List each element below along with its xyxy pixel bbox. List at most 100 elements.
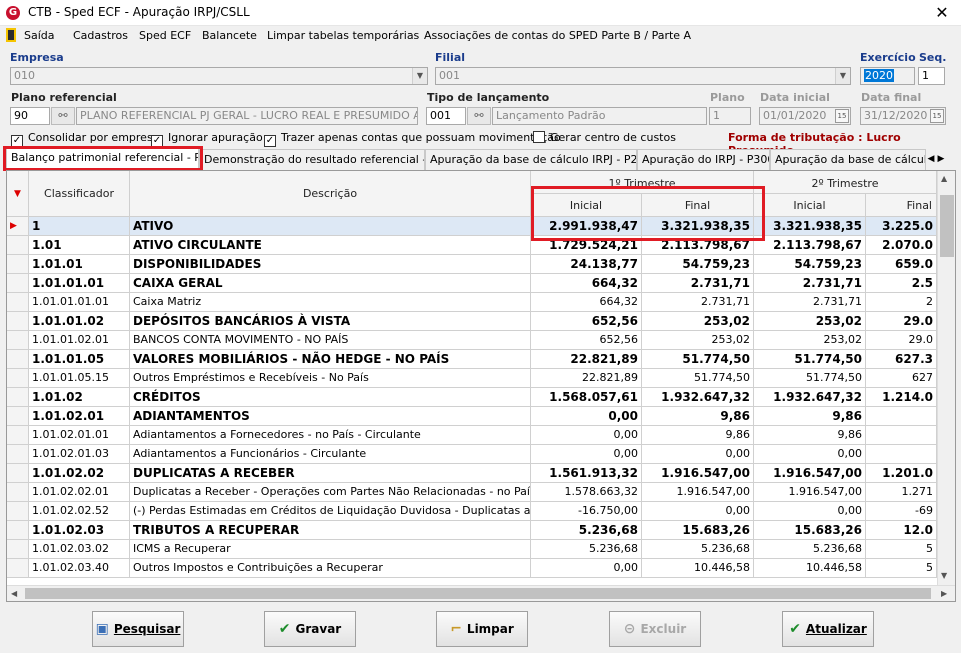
tri1-inicial-cell[interactable]: 22.821,89 [531, 350, 642, 369]
descricao-cell[interactable]: CAIXA GERAL [130, 274, 531, 293]
col-header-tri1-inicial[interactable]: Inicial [531, 194, 642, 217]
tri1-inicial-cell[interactable]: 0,00 [531, 407, 642, 426]
table-row[interactable]: 1.01.02.01.03 Adiantamentos a Funcionário… [7, 445, 937, 464]
current-row-indicator-icon[interactable]: ▶ [7, 217, 29, 236]
tri1-inicial-cell[interactable]: 22.821,89 [531, 369, 642, 388]
chevron-down-icon[interactable]: ▼ [835, 68, 850, 84]
table-row[interactable]: 1.01.01.02.01 BANCOS CONTA MOVIMENTO - NO… [7, 331, 937, 350]
tri2-final-cell[interactable]: 2 [866, 293, 937, 312]
tri2-inicial-cell[interactable]: 1.916.547,00 [754, 464, 866, 483]
table-row[interactable]: ▶ 1 ATIVO 2.991.938,47 3.321.938,35 3.321.938… [7, 217, 937, 236]
row-indicator[interactable] [7, 483, 29, 502]
table-row[interactable]: 1.01 ATIVO CIRCULANTE 1.729.524,21 2.113.79… [7, 236, 937, 255]
tipo-search-button[interactable]: ⚯ [467, 107, 491, 125]
descricao-cell[interactable]: CRÉDITOS [130, 388, 531, 407]
table-row[interactable]: 1.01.01 DISPONIBILIDADES 24.138,77 54.759,2… [7, 255, 937, 274]
descricao-cell[interactable]: ATIVO CIRCULANTE [130, 236, 531, 255]
row-indicator[interactable] [7, 350, 29, 369]
table-row[interactable]: 1.01.02.03 TRIBUTOS A RECUPERAR 5.236,68 15… [7, 521, 937, 540]
tri2-inicial-cell[interactable]: 54.759,23 [754, 255, 866, 274]
classificador-cell[interactable]: 1.01.02.03.40 [29, 559, 130, 578]
vertical-scrollbar[interactable]: ▲ ▼ [937, 171, 955, 585]
tri1-final-cell[interactable]: 0,00 [642, 445, 754, 464]
tri2-inicial-cell[interactable]: 0,00 [754, 445, 866, 464]
tri1-inicial-cell[interactable]: 664,32 [531, 274, 642, 293]
descricao-cell[interactable]: ADIANTAMENTOS [130, 407, 531, 426]
tri1-final-cell[interactable]: 1.916.547,00 [642, 464, 754, 483]
tri1-inicial-cell[interactable]: 0,00 [531, 559, 642, 578]
data-grid[interactable]: ▼ Classificador Descrição 1º Trimestre 2… [6, 170, 956, 602]
gravar-button[interactable]: ✔ Gravar [264, 611, 356, 647]
checkbox-checked-icon[interactable]: ✓ [264, 135, 276, 147]
tri1-final-cell[interactable]: 54.759,23 [642, 255, 754, 274]
filial-select[interactable]: 001 ▼ [435, 67, 851, 85]
tri1-inicial-cell[interactable]: 1.561.913,32 [531, 464, 642, 483]
horizontal-scroll-thumb[interactable] [25, 588, 931, 599]
tab-p200[interactable]: Apuração da base de cálculo IRPJ - P200 [425, 149, 637, 170]
classificador-cell[interactable]: 1.01.01.02.01 [29, 331, 130, 350]
tri1-final-cell[interactable]: 51.774,50 [642, 369, 754, 388]
tri1-final-cell[interactable]: 51.774,50 [642, 350, 754, 369]
tri2-inicial-cell[interactable]: 9,86 [754, 407, 866, 426]
descricao-cell[interactable]: VALORES MOBILIÁRIOS - NÃO HEDGE - NO PAÍ… [130, 350, 531, 369]
tab-p300[interactable]: Apuração do IRPJ - P300 [637, 149, 770, 170]
table-row[interactable]: 1.01.02.03.40 Outros Impostos e Contribui… [7, 559, 937, 578]
scroll-up-icon[interactable]: ▲ [941, 174, 947, 183]
row-indicator[interactable] [7, 331, 29, 350]
row-indicator[interactable] [7, 274, 29, 293]
descricao-cell[interactable]: Outros Empréstimos e Recebíveis - No Paí… [130, 369, 531, 388]
tri1-inicial-cell[interactable]: 1.568.057,61 [531, 388, 642, 407]
menu-balancete[interactable]: Balancete [202, 29, 257, 42]
row-indicator[interactable] [7, 445, 29, 464]
tipo-code-field[interactable]: 001 [426, 107, 466, 125]
row-indicator[interactable] [7, 407, 29, 426]
seq-field[interactable]: 1 [918, 67, 945, 85]
descricao-cell[interactable]: Outros Impostos e Contribuições a Recupe… [130, 559, 531, 578]
atualizar-button[interactable]: ✔ Atualizar [782, 611, 874, 647]
classificador-cell[interactable]: 1.01.02.01.01 [29, 426, 130, 445]
tri2-final-cell[interactable]: 29.0 [866, 331, 937, 350]
row-indicator[interactable] [7, 255, 29, 274]
table-row[interactable]: 1.01.01.01.01 Caixa Matriz 664,32 2.731,71 2… [7, 293, 937, 312]
row-indicator[interactable] [7, 369, 29, 388]
classificador-cell[interactable]: 1.01.02.02 [29, 464, 130, 483]
classificador-cell[interactable]: 1 [29, 217, 130, 236]
row-indicator[interactable] [7, 559, 29, 578]
classificador-cell[interactable]: 1.01.02 [29, 388, 130, 407]
classificador-cell[interactable]: 1.01.01.01.01 [29, 293, 130, 312]
tri2-inicial-cell[interactable]: 0,00 [754, 502, 866, 521]
limpar-button[interactable]: ⌐ Limpar [436, 611, 528, 647]
tri1-inicial-cell[interactable]: 664,32 [531, 293, 642, 312]
classificador-cell[interactable]: 1.01 [29, 236, 130, 255]
tri2-final-cell[interactable]: 1.214.0 [866, 388, 937, 407]
tri1-final-cell[interactable]: 15.683,26 [642, 521, 754, 540]
tri1-final-cell[interactable]: 10.446,58 [642, 559, 754, 578]
tri2-final-cell[interactable]: 1.201.0 [866, 464, 937, 483]
tri1-inicial-cell[interactable]: -16.750,00 [531, 502, 642, 521]
row-indicator[interactable] [7, 540, 29, 559]
checkbox-checked-icon[interactable]: ✓ [151, 135, 163, 147]
empresa-select[interactable]: 010 ▼ [10, 67, 428, 85]
gerar-checkbox[interactable]: Gerar centro de custos [533, 131, 676, 144]
descricao-cell[interactable]: DISPONIBILIDADES [130, 255, 531, 274]
descricao-cell[interactable]: BANCOS CONTA MOVIMENTO - NO PAÍS [130, 331, 531, 350]
classificador-cell[interactable]: 1.01.01 [29, 255, 130, 274]
classificador-cell[interactable]: 1.01.01.05.15 [29, 369, 130, 388]
tri2-final-cell[interactable]: 1.271 [866, 483, 937, 502]
vertical-scroll-thumb[interactable] [940, 195, 954, 257]
tri2-inicial-cell[interactable]: 51.774,50 [754, 369, 866, 388]
tri2-inicial-cell[interactable]: 15.683,26 [754, 521, 866, 540]
tri1-inicial-cell[interactable]: 24.138,77 [531, 255, 642, 274]
exercicio-field[interactable]: 2020 [860, 67, 915, 85]
tri1-inicial-cell[interactable]: 5.236,68 [531, 521, 642, 540]
tri1-final-cell[interactable]: 5.236,68 [642, 540, 754, 559]
tri1-inicial-cell[interactable]: 652,56 [531, 331, 642, 350]
horizontal-scrollbar[interactable]: ◀ ▶ [7, 585, 955, 601]
tri2-inicial-cell[interactable]: 1.932.647,32 [754, 388, 866, 407]
tri1-final-cell[interactable]: 2.731,71 [642, 274, 754, 293]
tab-scroll-left-icon[interactable]: ◀ [926, 151, 936, 167]
menu-cadastros[interactable]: Cadastros [73, 29, 128, 42]
tri1-inicial-cell[interactable]: 0,00 [531, 445, 642, 464]
classificador-cell[interactable]: 1.01.02.03.02 [29, 540, 130, 559]
pesquisar-button[interactable]: ▣ Pesquisar [92, 611, 184, 647]
